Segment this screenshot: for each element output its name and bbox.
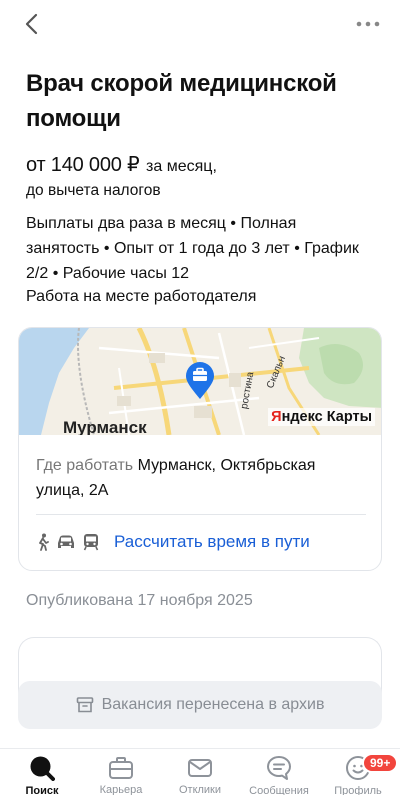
divider bbox=[36, 514, 366, 515]
tab-label: Отклики bbox=[178, 784, 222, 795]
chevron-left-icon bbox=[25, 13, 38, 35]
chat-icon bbox=[267, 756, 291, 780]
transit-icon bbox=[83, 534, 99, 551]
walk-icon bbox=[39, 533, 49, 551]
location-card: Мурманск ростина Скальн Яндекс Карты Где… bbox=[18, 327, 382, 571]
back-button[interactable] bbox=[18, 10, 46, 38]
bottom-tab-bar: Поиск Карьера Отклики Сообщения 99+ Проф… bbox=[0, 748, 400, 795]
archived-text: Вакансия перенесена в архив bbox=[101, 696, 325, 713]
vacancy-title: Врач скорой медицинской помощи bbox=[26, 70, 337, 132]
address-label: Где работать bbox=[36, 457, 134, 474]
tab-label: Поиск bbox=[25, 785, 59, 795]
salary-line: от 140 000 ₽ за месяц, bbox=[26, 152, 376, 177]
tab-search[interactable]: Поиск bbox=[2, 755, 82, 795]
tab-label: Профиль bbox=[334, 785, 382, 795]
car-icon bbox=[58, 535, 74, 548]
work-address: Где работать Мурманск, Октябрьская улица… bbox=[36, 453, 366, 503]
archive-icon bbox=[76, 697, 93, 713]
salary-period: за месяц, bbox=[146, 158, 217, 175]
tab-profile[interactable]: 99+ Профиль bbox=[318, 753, 399, 795]
top-bar bbox=[0, 0, 400, 48]
tab-responses[interactable]: Отклики bbox=[160, 755, 240, 795]
more-dots-icon bbox=[356, 21, 380, 27]
map-preview[interactable]: Мурманск ростина Скальн Яндекс Карты bbox=[19, 328, 381, 435]
tab-label: Карьера bbox=[99, 784, 143, 795]
salary-tax-note: до вычета налогов bbox=[26, 182, 161, 199]
briefcase-icon bbox=[109, 756, 133, 779]
workplace-type: Работа на месте работодателя bbox=[26, 288, 257, 305]
route-mode-icons bbox=[36, 533, 100, 551]
mail-icon bbox=[188, 758, 212, 777]
search-icon bbox=[30, 756, 55, 781]
notification-badge: 99+ bbox=[362, 753, 399, 773]
map-city-label: Мурманск bbox=[63, 418, 147, 435]
tab-career[interactable]: Карьера bbox=[81, 755, 161, 795]
vacancy-conditions: Выплаты два раза в месяц • Полная занято… bbox=[26, 215, 359, 282]
calculate-route-link[interactable]: Рассчитать время в пути bbox=[114, 532, 310, 552]
archived-banner: Вакансия перенесена в архив bbox=[18, 681, 382, 729]
map-pin-icon bbox=[185, 362, 215, 400]
tab-label: Сообщения bbox=[249, 785, 309, 795]
salary-amount: от 140 000 ₽ bbox=[26, 154, 140, 176]
more-button[interactable] bbox=[354, 12, 382, 36]
tab-messages[interactable]: Сообщения bbox=[239, 755, 319, 795]
published-date: Опубликована 17 ноября 2025 bbox=[26, 592, 253, 609]
map-brand-logo: Яндекс Карты bbox=[268, 408, 375, 426]
route-calc-row[interactable]: Рассчитать время в пути bbox=[36, 528, 366, 556]
